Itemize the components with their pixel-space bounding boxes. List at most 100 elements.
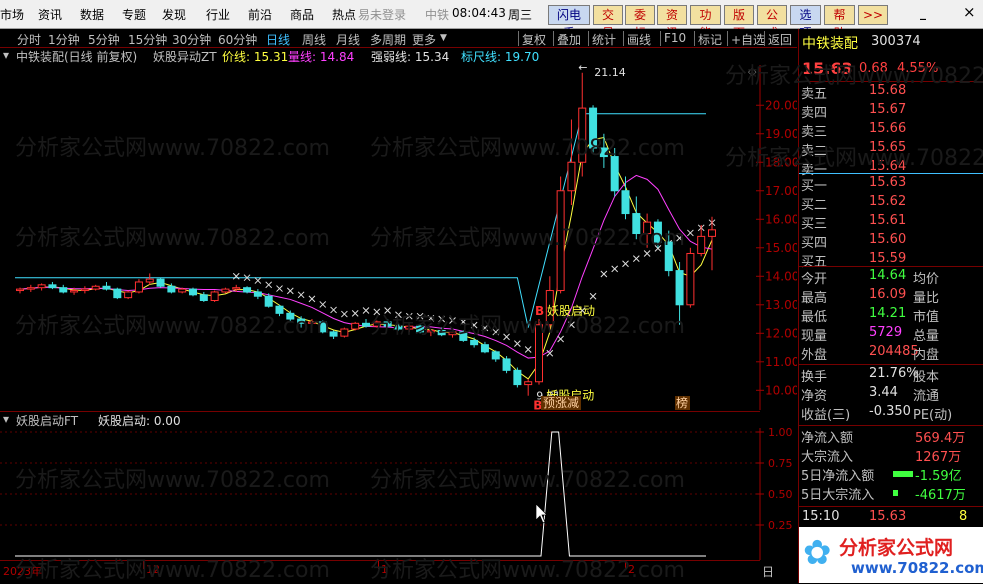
candle[interactable] [80, 286, 89, 294]
toolbar-button-3[interactable]: 资讯 [657, 5, 687, 40]
candle[interactable] [589, 105, 598, 154]
candle[interactable] [297, 316, 306, 328]
candle[interactable] [653, 219, 662, 248]
candle[interactable] [578, 72, 587, 177]
candle[interactable] [383, 319, 392, 328]
legend-toggle-icon[interactable]: ▾ [3, 48, 9, 62]
toolbar-button-5[interactable]: 版面 [724, 5, 754, 40]
menu-item-6[interactable]: 前沿 [248, 6, 272, 23]
period-tab-6[interactable]: 日线 [266, 31, 290, 48]
candle[interactable] [502, 356, 511, 374]
toolbar-button-6[interactable]: 公式 [757, 5, 787, 40]
indicator-chart[interactable]: 1.00 0.75 0.50 0.25 [0, 428, 797, 560]
candle[interactable] [470, 337, 479, 348]
candle[interactable] [26, 284, 35, 292]
toolbar-button-2[interactable]: 委标 [625, 5, 655, 40]
tool-button-1[interactable]: 叠加 [557, 31, 581, 48]
candle[interactable] [416, 324, 425, 334]
candle[interactable] [210, 290, 219, 302]
menu-item-7[interactable]: 商品 [290, 6, 314, 23]
candle[interactable] [48, 281, 57, 290]
candle[interactable] [362, 319, 370, 328]
period-tab-4[interactable]: 30分钟 [172, 31, 211, 48]
tool-button-7[interactable]: 返回 [768, 31, 792, 48]
candle[interactable] [632, 196, 641, 240]
candle[interactable] [567, 119, 576, 206]
menu-item-0[interactable]: 市场 [0, 6, 24, 23]
period-tab-10[interactable]: 更多 [412, 31, 436, 48]
period-tab-8[interactable]: 月线 [336, 31, 360, 48]
candle[interactable] [37, 283, 46, 291]
toolbar-button-8[interactable]: 帮助 [824, 5, 855, 40]
candle[interactable] [199, 291, 208, 302]
tool-button-0[interactable]: 复权 [522, 31, 546, 48]
period-tab-1[interactable]: 1分钟 [48, 31, 80, 48]
minimize-icon[interactable]: _ [920, 6, 926, 20]
candle[interactable] [513, 367, 522, 388]
candle[interactable] [664, 230, 673, 277]
candle[interactable] [459, 330, 468, 342]
candle[interactable] [59, 284, 68, 294]
candle[interactable] [145, 273, 154, 285]
toolbar-button-4[interactable]: 功能 [690, 5, 721, 40]
tool-button-2[interactable]: 统计 [592, 31, 616, 48]
menu-item-3[interactable]: 专题 [122, 6, 146, 23]
candle[interactable] [535, 319, 543, 385]
sub-indicator-name[interactable]: 妖股启动FT [16, 412, 78, 429]
tag-limit[interactable]: 预涨减 [543, 395, 579, 410]
menu-item-4[interactable]: 发现 [162, 6, 186, 23]
candle[interactable] [156, 277, 165, 288]
login-status[interactable]: 易未登录 [358, 6, 406, 23]
close-icon[interactable]: × [963, 3, 976, 21]
candle[interactable] [556, 176, 565, 294]
toolbar-button-7[interactable]: 选项 [790, 5, 821, 40]
period-tab-9[interactable]: 多周期 [370, 31, 406, 48]
candle[interactable] [329, 330, 338, 339]
candle[interactable] [610, 148, 619, 197]
candle[interactable] [351, 321, 360, 331]
candle[interactable] [275, 304, 284, 317]
more-chevron-icon[interactable]: ▼ [440, 33, 447, 43]
candlestick-chart[interactable]: 20.00 19.00 18.00 17.00 16.00 15.00 14.00 13.00… [0, 65, 797, 410]
candle[interactable] [91, 284, 100, 291]
menu-item-5[interactable]: 行业 [206, 6, 230, 23]
tool-button-3[interactable]: 画线 [627, 31, 651, 48]
toolbar-button-1[interactable]: 交易 [593, 5, 623, 40]
candle[interactable] [340, 327, 349, 338]
tool-button-4[interactable]: F10 [664, 31, 686, 45]
candle[interactable] [405, 324, 414, 332]
period-tab-3[interactable]: 15分钟 [128, 31, 167, 48]
candle[interactable] [134, 279, 143, 294]
candle[interactable] [372, 320, 381, 328]
menu-item-8[interactable]: 热点 [332, 6, 356, 23]
candle[interactable] [102, 281, 111, 291]
candle[interactable] [643, 213, 652, 248]
candle[interactable] [124, 290, 133, 300]
candle[interactable] [113, 287, 122, 300]
candle[interactable] [253, 289, 262, 300]
candle[interactable] [243, 286, 252, 294]
menu-item-2[interactable]: 数据 [80, 6, 104, 23]
candle[interactable] [189, 287, 197, 297]
candle[interactable] [318, 320, 327, 334]
tag-rank[interactable]: 榜 [676, 395, 688, 410]
candle[interactable] [491, 350, 500, 362]
toolbar-button-9[interactable]: >> [858, 5, 888, 25]
period-tab-0[interactable]: 分时 [17, 31, 41, 48]
candle[interactable] [448, 330, 457, 338]
tool-button-5[interactable]: 标记 [698, 31, 722, 48]
toolbar-button-0[interactable]: 闪电手 [548, 5, 590, 40]
period-tab-5[interactable]: 60分钟 [218, 31, 257, 48]
candle[interactable] [426, 329, 435, 337]
sub-toggle-icon[interactable]: ▾ [3, 412, 9, 426]
indicator-name[interactable]: 妖股异动ZT [153, 48, 217, 65]
candle[interactable] [524, 378, 533, 396]
period-tab-2[interactable]: 5分钟 [88, 31, 120, 48]
candle[interactable] [394, 323, 403, 331]
candle[interactable] [686, 247, 695, 308]
candle[interactable] [286, 310, 295, 322]
candle[interactable] [599, 133, 608, 168]
period-tab-7[interactable]: 周线 [302, 31, 326, 48]
tool-button-6[interactable]: +自选 [731, 31, 765, 48]
candle[interactable] [675, 262, 684, 325]
